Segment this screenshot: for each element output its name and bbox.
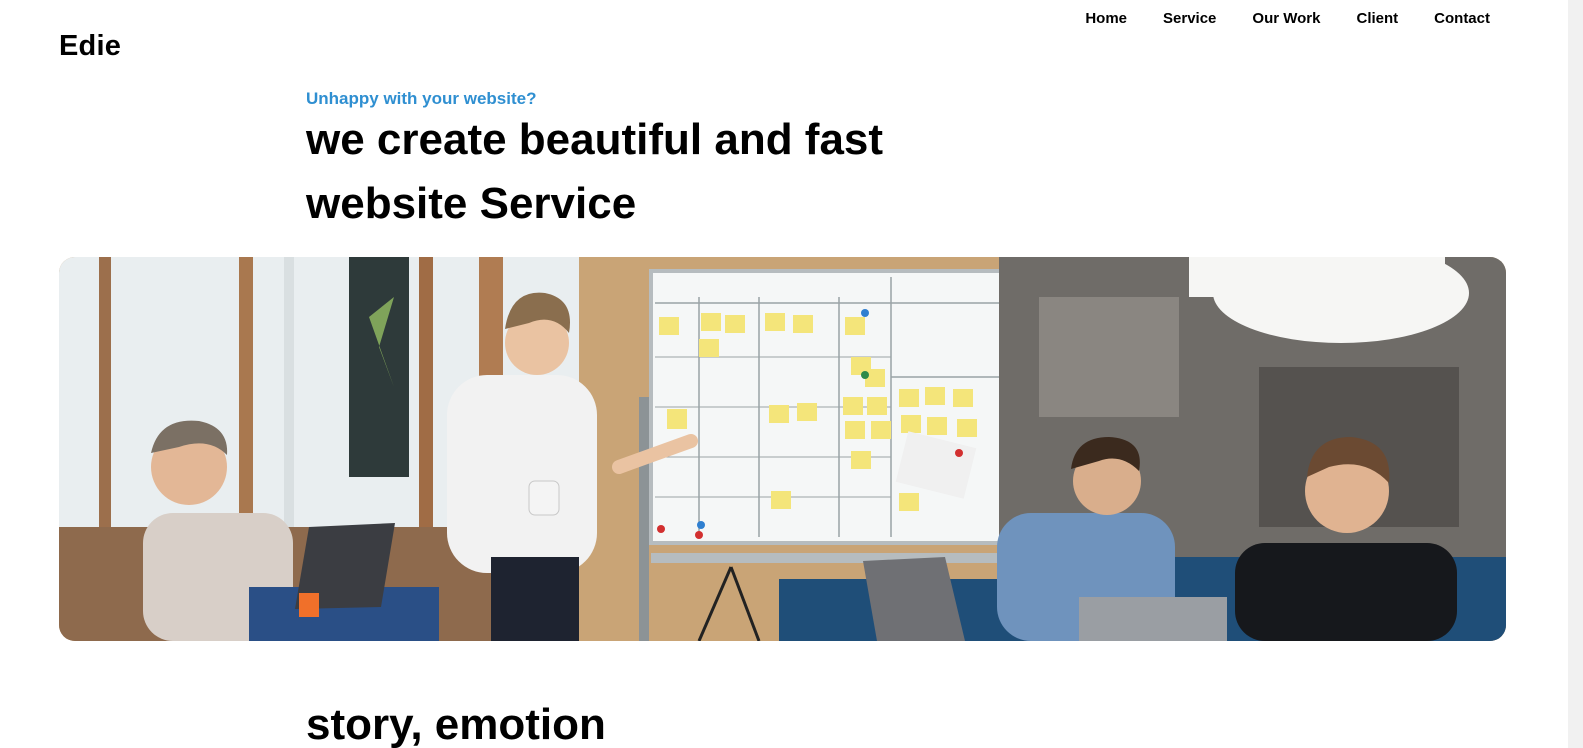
section-title: story, emotion [306,700,606,748]
nav-home[interactable]: Home [1085,10,1127,28]
page: Edie Home Service Our Work Client Contac… [0,0,1583,748]
brand-logo[interactable]: Edie [59,30,121,63]
hero-image [59,257,1506,641]
scrollbar[interactable] [1568,0,1583,748]
nav-contact[interactable]: Contact [1434,10,1490,28]
hero-headline: we create beautiful and fast website Ser… [306,115,884,228]
team-meeting-photo-icon [59,257,1506,641]
nav-client[interactable]: Client [1356,10,1398,28]
nav-service[interactable]: Service [1163,10,1216,28]
main-nav: Home Service Our Work Client Contact [1085,10,1490,28]
hero-eyebrow: Unhappy with your website? [306,89,537,108]
nav-our-work[interactable]: Our Work [1252,10,1320,28]
